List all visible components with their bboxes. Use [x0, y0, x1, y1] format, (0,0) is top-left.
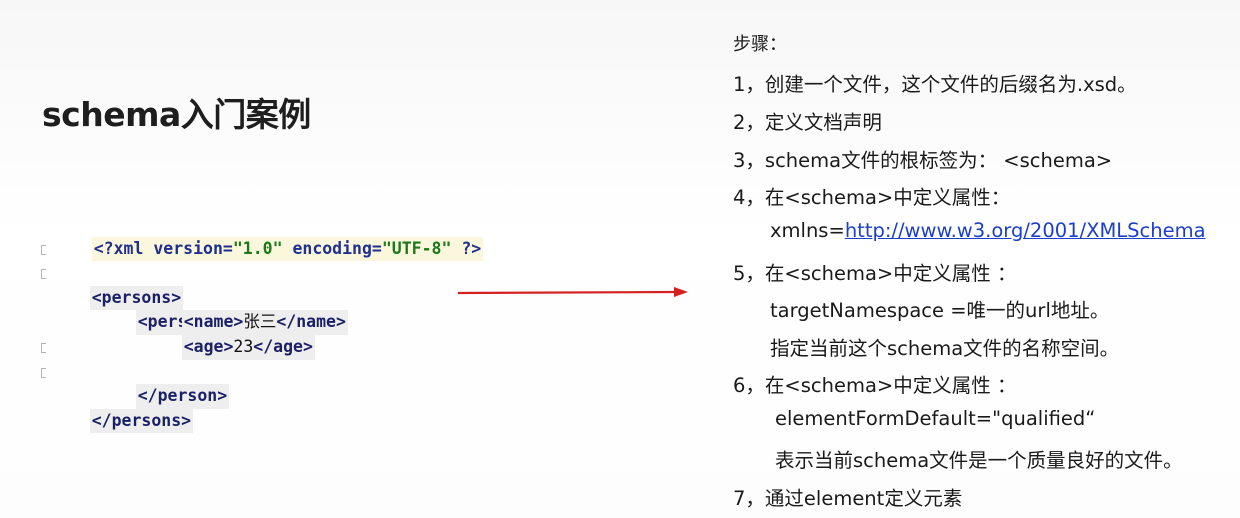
fold-marker[interactable]	[41, 269, 46, 280]
fold-marker[interactable]	[41, 367, 46, 378]
step-3: 3，schema文件的根标签为： <schema>	[733, 149, 1113, 172]
slide-title: schema入门案例	[42, 95, 311, 134]
code-line-persons-open: <persons>	[41, 237, 483, 311]
code-token: </persons>	[91, 410, 192, 430]
fold-marker[interactable]	[41, 244, 46, 255]
xml-code-block: <?xml version="1.0" encoding="UTF-8" ?> …	[41, 212, 484, 434]
code-line-person-close-content: </person>	[135, 384, 230, 409]
step-6: 6，在<schema>中定义属性 ：	[733, 374, 1017, 397]
code-line-decl: <?xml version="1.0" encoding="UTF-8" ?>	[44, 212, 484, 262]
step-6-description: 表示当前schema文件是一个质量良好的文件。	[775, 449, 1183, 472]
fold-marker[interactable]	[41, 342, 46, 353]
code-line-age: <age>23</age>	[44, 310, 483, 360]
step-2: 2，定义文档声明	[733, 111, 882, 134]
code-line-person-close: </person>	[41, 335, 483, 409]
step-4: 4，在<schema>中定义属性：	[733, 186, 1011, 209]
step-4-xmlns-prefix: xmlns=	[770, 219, 845, 242]
step-5: 5，在<schema>中定义属性 ：	[733, 262, 1017, 285]
code-line-name: <name>张三</name>	[44, 286, 483, 335]
code-token: </person>	[137, 386, 228, 406]
code-line-persons-close: </persons>	[41, 360, 483, 434]
step-5-description: 指定当前这个schema文件的名称空间。	[770, 337, 1120, 360]
step-5-target-namespace: targetNamespace =唯一的url地址。	[770, 299, 1110, 322]
code-line-persons-close-content: </persons>	[89, 408, 194, 434]
step-1: 1，创建一个文件，这个文件的后缀名为.xsd。	[733, 73, 1137, 96]
step-4-xmlns: xmlns=http://www.w3.org/2001/XMLSchema	[770, 219, 1206, 242]
step-6-element-form-default: elementFormDefault="qualified“	[775, 407, 1096, 430]
right-arrow-icon	[458, 287, 688, 297]
step-7: 7，通过element定义元素	[733, 487, 963, 510]
code-line-person-open: <person>	[41, 261, 483, 335]
steps-heading: 步骤：	[733, 34, 787, 55]
xmlschema-link[interactable]: http://www.w3.org/2001/XMLSchema	[845, 219, 1206, 242]
